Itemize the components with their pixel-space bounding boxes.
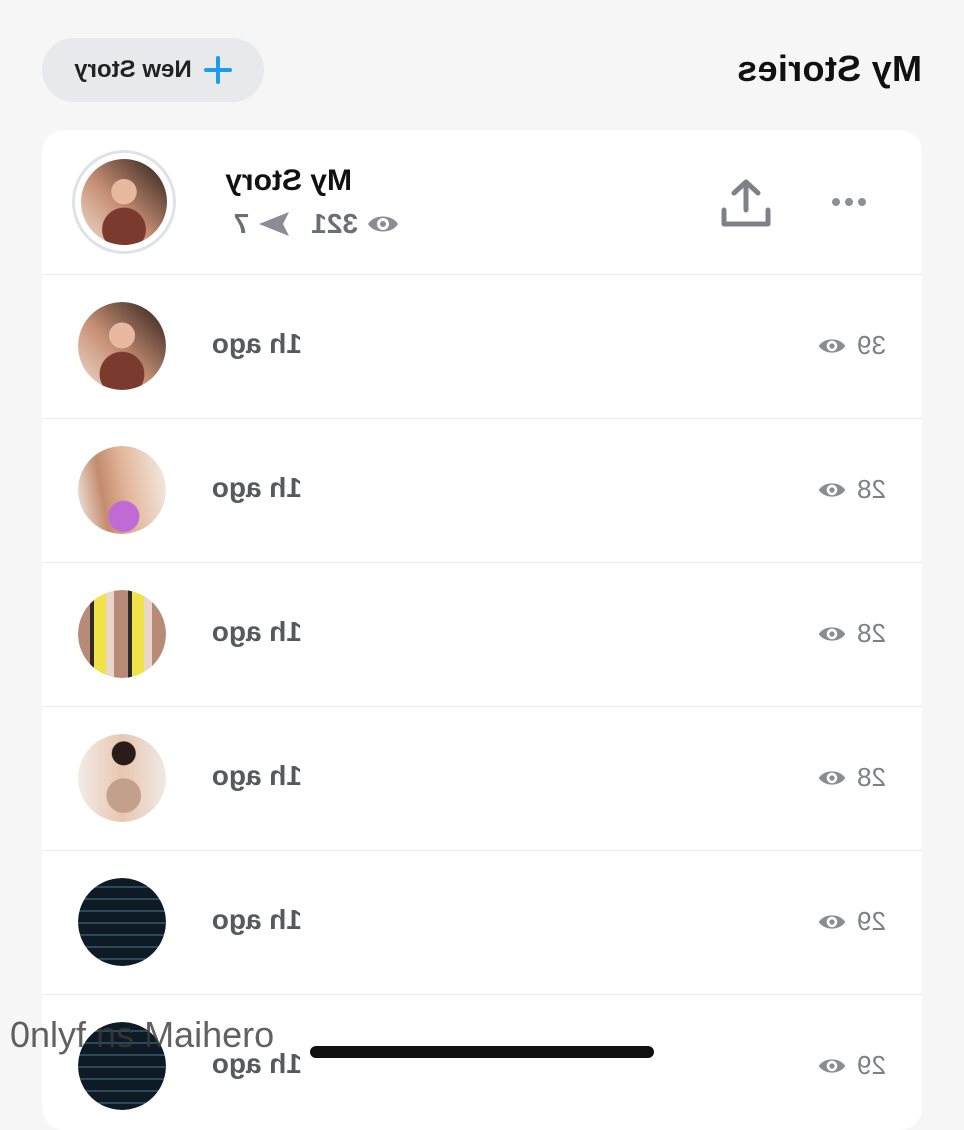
story-views: 29	[817, 906, 886, 937]
send-icon	[259, 212, 290, 236]
home-indicator[interactable]	[310, 1046, 654, 1058]
story-row[interactable]: 1h ago 28	[42, 562, 922, 707]
my-story-avatar[interactable]	[72, 150, 176, 254]
story-time: 1h ago	[211, 904, 302, 935]
story-view-count: 28	[857, 618, 886, 648]
page-title: My Stories	[736, 48, 922, 89]
story-row[interactable]: 1h ago 39	[42, 274, 922, 419]
more-icon[interactable]	[832, 198, 866, 206]
story-view-count: 28	[857, 474, 886, 504]
watermark-text: 0nlyf ns Maihero	[10, 1014, 275, 1055]
story-time: 1h ago	[211, 616, 302, 647]
plus-icon	[204, 56, 232, 84]
eye-icon	[818, 626, 846, 641]
story-avatar	[78, 446, 166, 534]
my-story-views: 321	[311, 208, 358, 239]
my-story-row[interactable]: My Story 321 7	[42, 130, 922, 275]
story-views: 28	[817, 474, 886, 505]
my-story-title: My Story	[225, 164, 352, 197]
story-views: 28	[817, 618, 886, 649]
story-view-count: 28	[857, 762, 886, 792]
app-screen: My Stories New Story My Story 321 7 1h a…	[0, 0, 964, 1130]
new-story-button[interactable]: New Story	[42, 38, 264, 102]
eye-icon	[818, 770, 846, 785]
eye-icon	[368, 216, 398, 232]
story-view-count: 29	[857, 1050, 886, 1080]
story-view-count: 39	[857, 330, 886, 360]
eye-icon	[818, 914, 846, 929]
story-row[interactable]: 1h ago 29	[42, 850, 922, 995]
new-story-label: New Story	[74, 56, 192, 83]
story-time: 1h ago	[211, 760, 302, 791]
header: My Stories New Story	[42, 38, 922, 102]
eye-icon	[818, 338, 846, 353]
story-avatar	[78, 590, 166, 678]
story-view-count: 29	[857, 906, 886, 936]
story-time: 1h ago	[211, 328, 302, 359]
eye-icon	[818, 482, 846, 497]
story-views: 28	[817, 762, 886, 793]
my-story-stats: 321 7	[234, 208, 400, 240]
my-story-shares: 7	[233, 208, 250, 239]
story-views: 29	[817, 1050, 886, 1081]
story-avatar	[78, 878, 166, 966]
share-icon[interactable]	[720, 178, 772, 228]
story-row[interactable]: 1h ago 28	[42, 706, 922, 851]
story-time: 1h ago	[211, 472, 302, 503]
story-views: 39	[817, 330, 886, 361]
story-thumbnail	[81, 159, 167, 245]
story-row[interactable]: 1h ago 28	[42, 418, 922, 563]
eye-icon	[818, 1058, 846, 1073]
story-avatar	[78, 302, 166, 390]
story-avatar	[78, 734, 166, 822]
stories-card: My Story 321 7 1h ago 39 1h ago 28 1h ag…	[42, 130, 922, 1130]
